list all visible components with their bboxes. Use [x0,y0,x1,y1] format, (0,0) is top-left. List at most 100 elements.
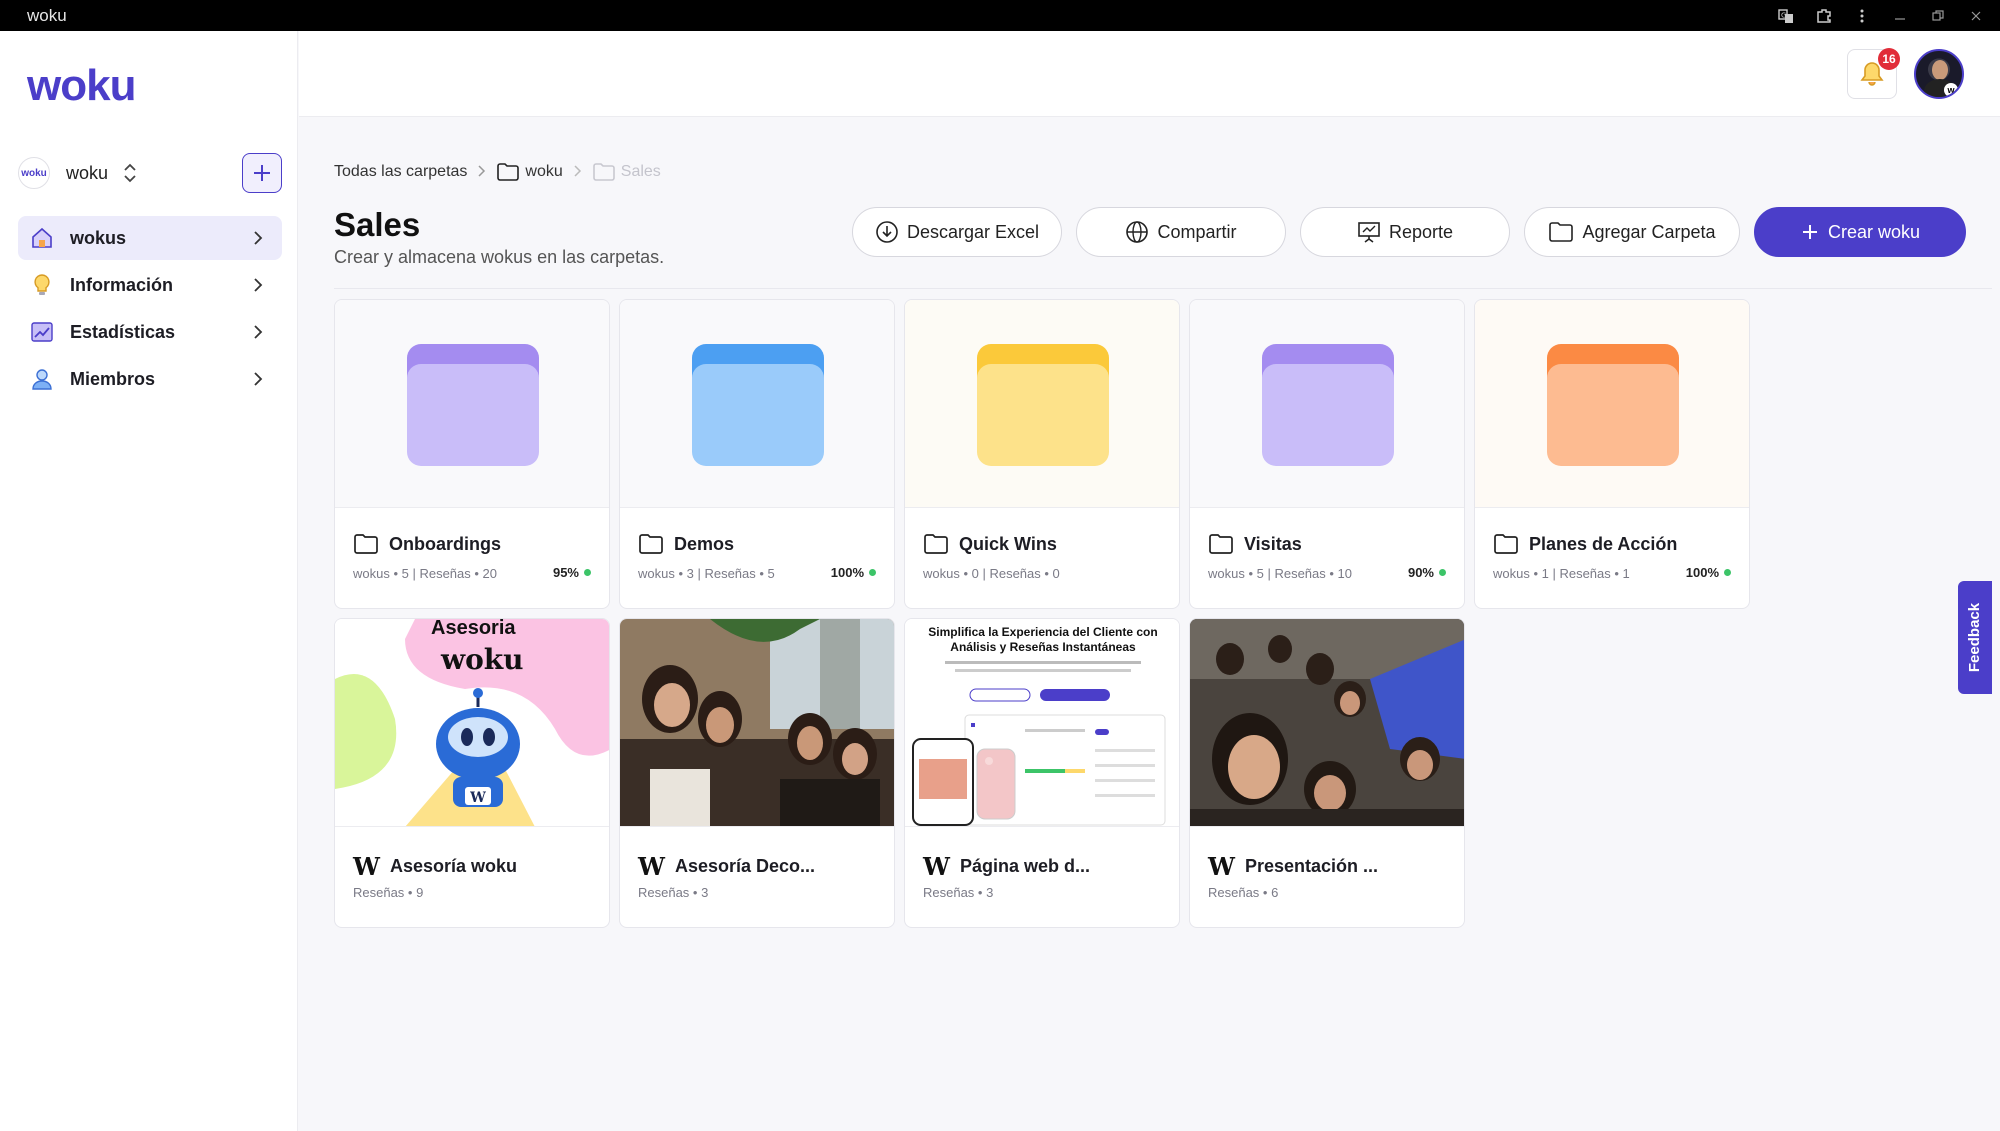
woku-name-row: W Página web d... [923,852,1090,881]
folder-meta: wokus • 5 | Reseñas • 10 [1208,566,1352,581]
download-excel-button[interactable]: Descargar Excel [852,207,1062,257]
restore-icon[interactable] [1930,8,1946,24]
sidebar-item-label: wokus [70,227,127,248]
report-label: Reporte [1388,221,1454,242]
folder-score: 100% [831,565,876,580]
folder-card[interactable]: Demos wokus • 3 | Reseñas • 5 100% [619,299,895,609]
share-button[interactable]: Compartir [1076,207,1286,257]
folder-thumbnail [620,300,894,508]
woku-name-row: W Asesoría Deco... [638,852,815,881]
woku-name: Asesoría Deco... [674,856,816,876]
add-folder-button[interactable]: Agregar Carpeta [1524,207,1740,257]
sidebar-item-estadisticas[interactable]: Estadísticas [18,310,282,354]
folder-icon [354,534,378,554]
woku-name: Asesoría woku [389,856,517,876]
sidebar-item-label: Estadísticas [70,321,176,342]
share-label: Compartir [1157,221,1237,242]
chevron-right-icon [573,164,583,181]
folder-icon [639,534,663,554]
woku-card[interactable]: Simplifica la Experiencia del Cliente co… [904,618,1180,928]
folder-meta: wokus • 0 | Reseñas • 0 [923,566,1060,581]
app-logo[interactable]: woku [27,61,136,111]
folder-icon [497,163,520,181]
sidebar-item-miembros[interactable]: Miembros [18,357,282,401]
home-icon [30,226,54,250]
folder-card[interactable]: Planes de Acción wokus • 1 | Reseñas • 1… [1474,299,1750,609]
plus-icon [1802,225,1817,239]
thumb-subtitle: woku [441,643,524,676]
notifications-button[interactable]: 16 [1847,48,1900,99]
feedback-button[interactable]: Feedback [1958,581,1992,694]
woku-card[interactable]: W Asesoría Deco... Reseñas • 3 [619,618,895,928]
create-woku-button[interactable]: Crear woku [1754,207,1966,257]
page-title: Sales [334,206,421,243]
sidebar-item-label: Información [70,274,174,295]
chevron-right-icon [254,372,263,386]
close-icon[interactable] [1968,8,1984,24]
team-photo-image [1190,619,1464,826]
translate-icon[interactable]: G [1778,8,1794,24]
folder-icon [592,163,615,181]
woku-logo-icon: W [923,852,950,881]
folder-score: 90% [1408,565,1446,580]
woku-card[interactable]: W Asesoria woku W Asesoría woku Reseñas … [334,618,610,928]
extension-icon[interactable] [1816,8,1832,24]
group-photo-image [620,619,894,826]
folder-name-row: Planes de Acción [1493,533,1677,555]
top-header: 16 w [299,31,2000,117]
woku-meta: Reseñas • 9 [353,885,424,900]
woku-thumbnail [1190,619,1464,827]
folder-icon [1494,534,1518,554]
folder-score-value: 90% [1407,565,1434,580]
globe-icon [1126,221,1149,243]
breadcrumb-root[interactable]: Todas las carpetas [334,163,467,181]
presentation-icon [1358,222,1380,243]
window-titlebar: woku G [0,0,2000,31]
thumb-headline-line-2: Análisis y Reseñas Instantáneas [950,640,1136,654]
add-workspace-button[interactable] [242,153,282,193]
woku-thumbnail: W Asesoria woku [335,619,609,827]
thumb-headline: Simplifica la Experiencia del Cliente co… [905,625,1179,655]
folder-score: 95% [553,565,591,580]
folder-meta: wokus • 1 | Reseñas • 1 [1493,566,1630,581]
woku-card[interactable]: W Presentación ... Reseñas • 6 [1189,618,1465,928]
folder-name: Planes de Acción [1529,533,1678,554]
create-woku-label: Crear woku [1827,221,1921,242]
chevron-up-down-icon[interactable] [122,162,138,184]
thumb-headline-line-1: Simplifica la Experiencia del Cliente co… [928,625,1158,639]
sidebar-nav: wokus Información Estadísticas Miembros [18,216,282,404]
user-avatar[interactable]: w [1914,49,1964,99]
workspace-selector[interactable]: woku woku [18,153,282,193]
folder-thumbnail [335,300,609,508]
breadcrumb-current: Sales [592,163,661,181]
status-dot-icon [869,569,876,576]
report-button[interactable]: Reporte [1300,207,1510,257]
minimize-icon[interactable] [1892,8,1908,24]
lightbulb-icon [30,273,54,297]
folder-card[interactable]: Quick Wins wokus • 0 | Reseñas • 0 [904,299,1180,609]
woku-logo-icon: W [353,852,380,881]
folder-card[interactable]: Visitas wokus • 5 | Reseñas • 10 90% [1189,299,1465,609]
chart-icon [30,320,54,344]
folder-card[interactable]: Onboardings wokus • 5 | Reseñas • 20 95% [334,299,610,609]
woku-name: Página web d... [959,856,1090,876]
window-title: woku [27,5,67,25]
woku-logo-icon: W [1208,852,1235,881]
folder-name: Visitas [1244,533,1302,554]
plus-icon [254,165,270,181]
user-icon [30,367,54,391]
folder-score-value: 95% [552,565,579,580]
woku-name-row: W Asesoría woku [353,852,517,881]
download-icon [876,221,898,243]
workspace-avatar: woku [18,157,50,189]
woku-thumbnail: Simplifica la Experiencia del Cliente co… [905,619,1179,827]
sidebar-item-wokus[interactable]: wokus [18,216,282,260]
divider [334,288,1992,289]
breadcrumb-parent[interactable]: woku [497,163,563,181]
folder-name-row: Quick Wins [923,533,1057,555]
sidebar-item-informacion[interactable]: Información [18,263,282,307]
folder-score-value: 100% [1685,565,1719,580]
more-vertical-icon[interactable] [1854,8,1870,24]
folder-large-icon [407,344,539,466]
folder-icon [1209,534,1233,554]
